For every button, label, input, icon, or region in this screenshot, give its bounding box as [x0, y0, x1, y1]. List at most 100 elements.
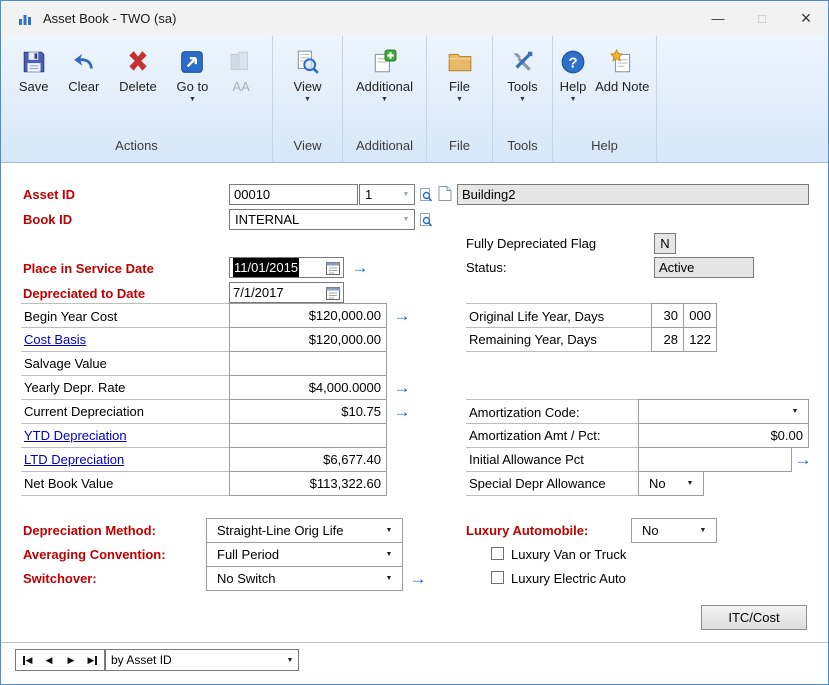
- add-note-button[interactable]: Add Note: [593, 45, 651, 96]
- additional-button[interactable]: Additional ▼: [354, 45, 415, 105]
- ytd-depreciation-label[interactable]: YTD Depreciation: [21, 423, 230, 448]
- amortization-code-label: Amortization Code:: [466, 399, 639, 424]
- maximize-button[interactable]: □: [740, 1, 784, 36]
- book-id-select[interactable]: INTERNAL ▼: [229, 209, 415, 230]
- toolbar-group-tools: Tools ▼ Tools: [493, 36, 553, 162]
- last-record-button[interactable]: ▶: [82, 650, 104, 670]
- asset-id-field[interactable]: 00010: [229, 184, 358, 205]
- help-button[interactable]: ? Help ▼: [558, 45, 589, 105]
- title-bar: Asset Book - TWO (sa) — □ ×: [1, 1, 828, 36]
- asset-description-field: Building2: [457, 184, 809, 205]
- luxury-electric-auto-checkbox[interactable]: [491, 571, 504, 584]
- ytd-depreciation-field[interactable]: [229, 423, 387, 448]
- initial-allowance-expansion-arrow-icon[interactable]: →: [793, 451, 813, 469]
- initial-allowance-field[interactable]: [638, 447, 792, 472]
- ltd-depreciation-label[interactable]: LTD Depreciation: [21, 447, 230, 472]
- net-book-value-label: Net Book Value: [21, 471, 230, 496]
- chevron-down-icon: ▼: [570, 96, 577, 103]
- tools-button[interactable]: Tools ▼: [505, 45, 539, 105]
- view-button[interactable]: View ▼: [292, 45, 324, 105]
- luxury-electric-auto-label[interactable]: Luxury Electric Auto: [511, 568, 626, 589]
- minimize-button[interactable]: —: [696, 1, 740, 36]
- calendar-icon[interactable]: [326, 261, 340, 275]
- yearly-depr-rate-expansion-arrow-icon[interactable]: →: [392, 379, 412, 397]
- goto-button[interactable]: Go to ▼: [175, 45, 211, 105]
- amortization-code-select[interactable]: ▼: [638, 399, 809, 424]
- toolbar-group-actions: Save Clear Delete: [1, 36, 273, 162]
- delete-button[interactable]: Delete: [117, 45, 159, 96]
- original-life-label: Original Life Year, Days: [466, 303, 652, 328]
- status-label: Status:: [466, 257, 506, 278]
- luxury-automobile-value: No: [637, 519, 659, 542]
- remaining-life-label: Remaining Year, Days: [466, 327, 652, 352]
- switchover-expansion-arrow-icon[interactable]: →: [408, 570, 428, 588]
- special-depr-allowance-value: No: [644, 472, 666, 495]
- net-book-value-field: $113,322.60: [229, 471, 387, 496]
- luxury-automobile-select[interactable]: No ▼: [631, 518, 717, 543]
- document-magnifier-icon: [294, 47, 320, 77]
- averaging-convention-label: Averaging Convention:: [23, 542, 166, 567]
- place-in-service-field[interactable]: 11/01/2015: [229, 257, 344, 278]
- file-button[interactable]: File ▼: [445, 45, 475, 105]
- yearly-depr-rate-field[interactable]: $4,000.0000: [229, 375, 387, 400]
- book-id-value: INTERNAL: [230, 210, 299, 229]
- chevron-down-icon: ▼: [381, 96, 388, 103]
- toolbar-group-view: View ▼ View: [273, 36, 343, 162]
- amortization-amt-pct-field[interactable]: $0.00: [638, 423, 809, 448]
- red-x-icon: [125, 47, 151, 77]
- next-record-button[interactable]: ▶: [60, 650, 82, 670]
- original-life-years-field[interactable]: 30: [651, 303, 684, 328]
- switchover-select[interactable]: No Switch ▼: [206, 566, 403, 591]
- save-button-label: Save: [19, 80, 49, 94]
- place-in-service-expansion-arrow-icon[interactable]: →: [350, 259, 370, 277]
- tools-icon: [509, 47, 535, 77]
- close-button[interactable]: ×: [784, 1, 828, 36]
- chevron-down-icon: ▼: [682, 472, 698, 495]
- clear-button[interactable]: Clear: [66, 45, 101, 96]
- place-in-service-value: 11/01/2015: [233, 258, 299, 277]
- help-button-label: Help: [560, 80, 587, 94]
- toolbar-group-help: ? Help ▼ Add Note Help: [553, 36, 657, 162]
- note-icon[interactable]: [438, 185, 452, 202]
- depreciation-method-label: Depreciation Method:: [23, 518, 156, 543]
- save-button[interactable]: Save: [17, 45, 51, 96]
- chevron-down-icon: ▼: [519, 96, 526, 103]
- previous-record-button[interactable]: ◀: [38, 650, 60, 670]
- depreciated-to-field[interactable]: 7/1/2017: [229, 282, 344, 303]
- sort-by-select[interactable]: by Asset ID ▼: [105, 649, 299, 671]
- first-record-button[interactable]: ◀: [16, 650, 38, 670]
- cost-basis-label[interactable]: Cost Basis: [21, 327, 230, 352]
- luxury-van-or-truck-checkbox[interactable]: [491, 547, 504, 560]
- chevron-down-icon: ▼: [282, 651, 298, 670]
- window-title: Asset Book - TWO (sa): [43, 11, 176, 26]
- depreciation-method-select[interactable]: Straight-Line Orig Life ▼: [206, 518, 403, 543]
- itc-cost-button[interactable]: ITC/Cost: [701, 605, 807, 630]
- original-life-days-field[interactable]: 000: [683, 303, 717, 328]
- fully-depreciated-field: N: [654, 233, 676, 254]
- calendar-icon[interactable]: [326, 286, 340, 300]
- cost-basis-field[interactable]: $120,000.00: [229, 327, 387, 352]
- book-lookup-button[interactable]: [418, 210, 434, 229]
- chevron-down-icon: ▼: [381, 543, 397, 566]
- aa-button-label: AA: [232, 80, 249, 94]
- goto-arrow-icon: [179, 47, 205, 77]
- chevron-down-icon: ▼: [381, 567, 397, 590]
- fully-depreciated-label: Fully Depreciated Flag: [466, 233, 596, 254]
- salvage-value-field[interactable]: [229, 351, 387, 376]
- asset-lookup-button[interactable]: [418, 185, 434, 204]
- begin-year-cost-field[interactable]: $120,000.00: [229, 303, 387, 328]
- luxury-van-or-truck-label[interactable]: Luxury Van or Truck: [511, 544, 626, 565]
- special-depr-allowance-select[interactable]: No ▼: [638, 471, 704, 496]
- view-button-label: View: [294, 80, 322, 94]
- begin-year-cost-label: Begin Year Cost: [21, 303, 230, 328]
- note-star-icon: [609, 47, 635, 77]
- current-depreciation-expansion-arrow-icon[interactable]: →: [392, 403, 412, 421]
- begin-year-cost-expansion-arrow-icon[interactable]: →: [392, 307, 412, 325]
- toolbar-group-additional: Additional ▼ Additional: [343, 36, 427, 162]
- toolbar-group-label-view: View: [273, 138, 342, 162]
- toolbar-group-file: File ▼ File: [427, 36, 493, 162]
- floppy-disk-icon: [21, 47, 47, 77]
- footer-divider: [1, 642, 828, 643]
- asset-suffix-select[interactable]: 1 ▼: [359, 184, 415, 205]
- averaging-convention-select[interactable]: Full Period ▼: [206, 542, 403, 567]
